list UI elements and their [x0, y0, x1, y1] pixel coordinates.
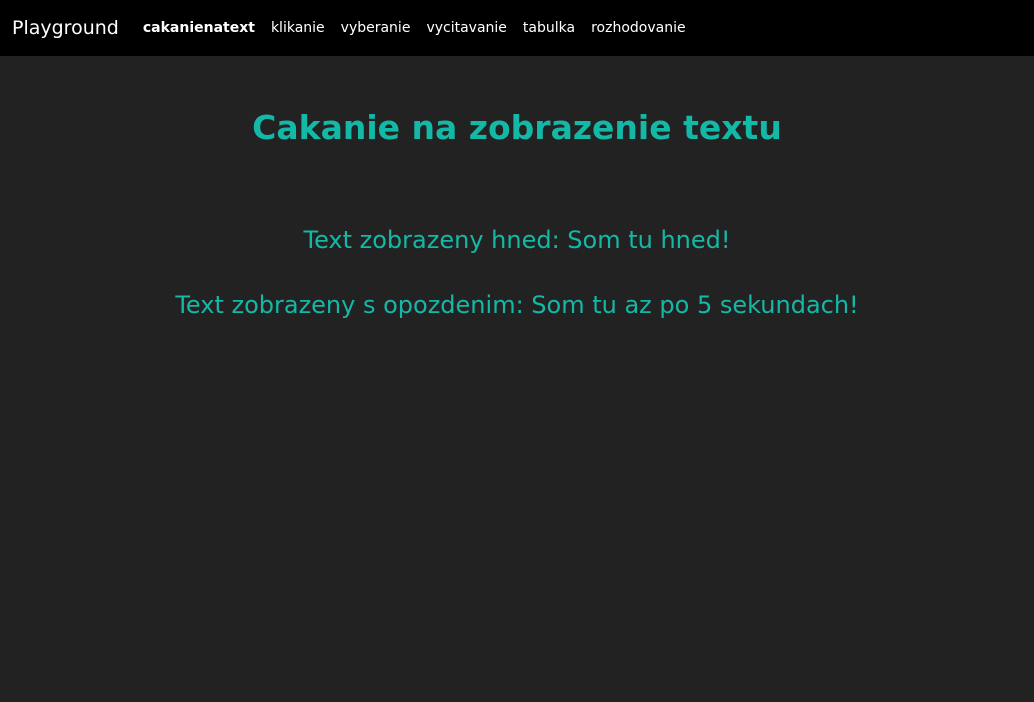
- immediate-text-value: Som tu hned!: [567, 226, 731, 254]
- nav-links: cakanienatext klikanie vyberanie vycitav…: [135, 0, 694, 56]
- immediate-text-line: Text zobrazeny hned: Som tu hned!: [0, 226, 1034, 255]
- brand-link[interactable]: Playground: [12, 18, 119, 38]
- page-title: Cakanie na zobrazenie textu: [252, 108, 782, 147]
- nav-link-vyberanie[interactable]: vyberanie: [333, 21, 419, 35]
- immediate-text-label: Text zobrazeny hned:: [303, 226, 560, 254]
- nav-link-cakanienatext[interactable]: cakanienatext: [135, 21, 263, 35]
- delayed-text-label: Text zobrazeny s opozdenim:: [175, 291, 524, 319]
- delayed-text-value: Som tu az po 5 sekundach!: [531, 291, 859, 319]
- nav-link-klikanie[interactable]: klikanie: [263, 21, 333, 35]
- top-navbar: Playground cakanienatext klikanie vybera…: [0, 0, 1034, 56]
- nav-link-tabulka[interactable]: tabulka: [515, 21, 583, 35]
- nav-link-vycitavanie[interactable]: vycitavanie: [418, 21, 514, 35]
- nav-link-rozhodovanie[interactable]: rozhodovanie: [583, 21, 694, 35]
- delayed-text-line: Text zobrazeny s opozdenim: Som tu az po…: [0, 291, 1034, 320]
